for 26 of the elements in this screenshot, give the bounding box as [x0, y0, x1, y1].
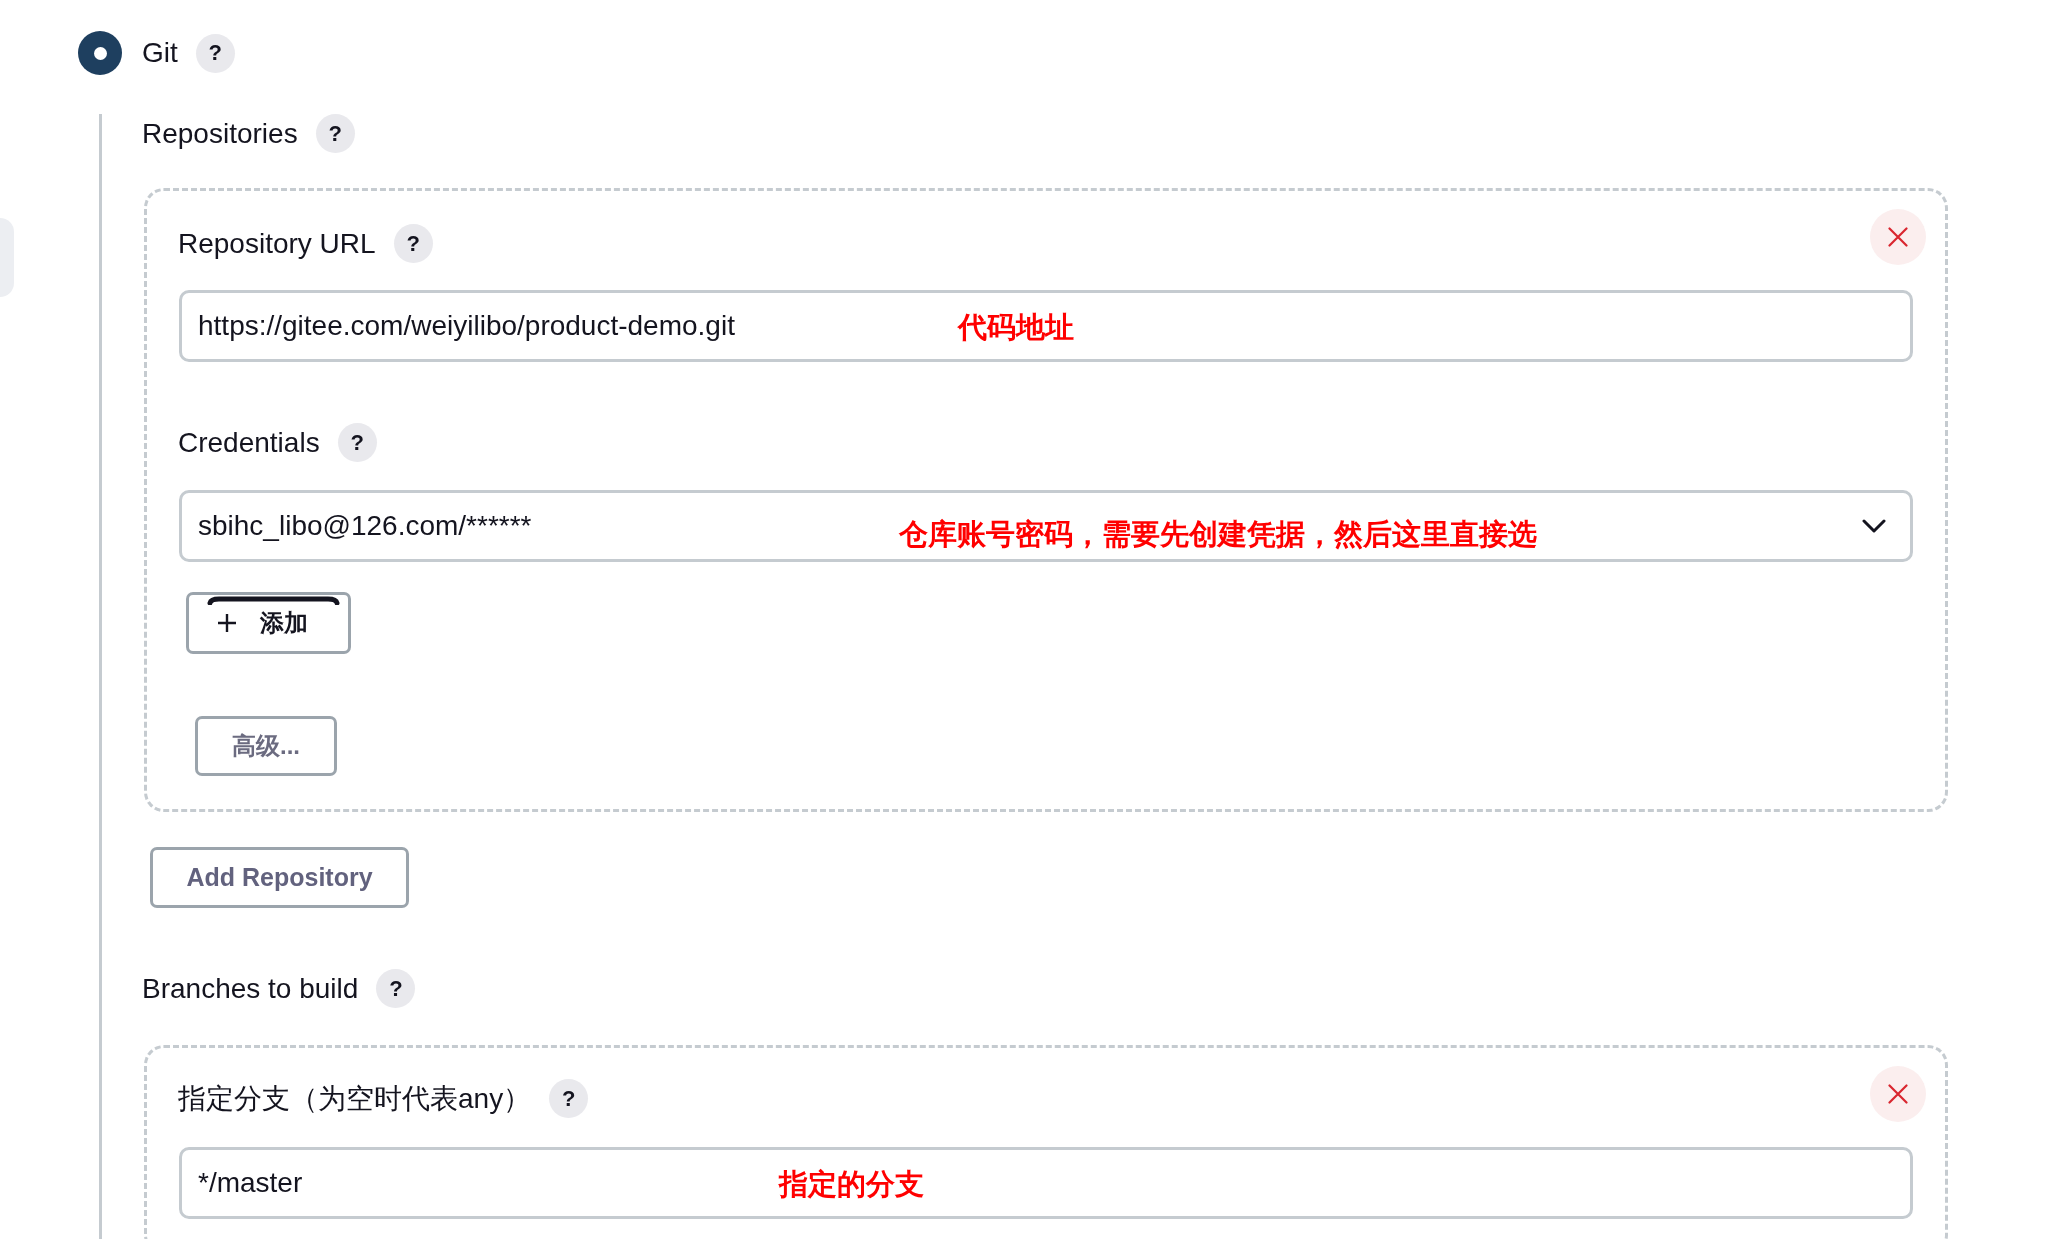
- add-repository-button[interactable]: Add Repository: [150, 847, 409, 908]
- section-label: Branches to build: [142, 972, 359, 1006]
- annotation-text: 指定的分支: [779, 1167, 924, 1202]
- add-credentials-button[interactable]: 添加: [186, 592, 351, 654]
- help-button[interactable]: ?: [337, 423, 377, 462]
- close-icon: [1888, 1084, 1908, 1104]
- field-label: Repository URL: [178, 227, 376, 261]
- close-icon: [1888, 227, 1908, 247]
- delete-button[interactable]: [1870, 1066, 1926, 1122]
- delete-button[interactable]: [1870, 209, 1926, 265]
- help-button[interactable]: ?: [549, 1079, 589, 1118]
- field-label: Credentials: [178, 426, 320, 460]
- annotation-text: 代码地址: [958, 310, 1074, 345]
- help-button[interactable]: ?: [315, 114, 355, 153]
- section-label: Repositories: [142, 117, 298, 151]
- curved-bar-icon: [207, 596, 340, 605]
- option-label: Git: [142, 37, 178, 69]
- help-button[interactable]: ?: [195, 33, 235, 73]
- chevron-down-icon: [1862, 519, 1886, 533]
- advanced-button[interactable]: 高级...: [195, 716, 337, 776]
- help-button[interactable]: ?: [376, 969, 416, 1008]
- annotation-text: 仓库账号密码，需要先创建凭据，然后这里直接选: [899, 517, 1537, 552]
- field-label: 指定分支（为空时代表any）: [178, 1082, 532, 1116]
- plus-icon: [217, 613, 237, 633]
- help-button[interactable]: ?: [393, 224, 433, 263]
- radio-button[interactable]: [78, 31, 122, 75]
